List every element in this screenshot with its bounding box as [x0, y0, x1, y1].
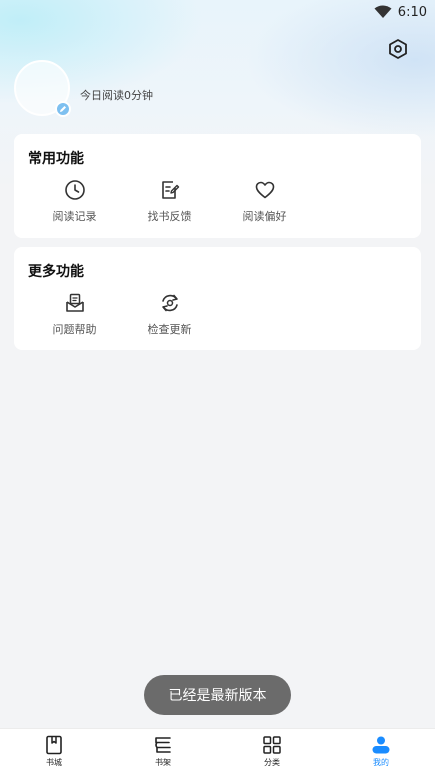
check-update-button[interactable]: 检查更新 [122, 291, 217, 337]
nav-bookstore-label: 书城 [46, 758, 62, 767]
toast-message: 已经是最新版本 [144, 675, 291, 715]
more-functions-card: 更多功能 问题帮助 检查更新 [14, 247, 421, 350]
nav-bookstore[interactable]: 书城 [24, 734, 84, 768]
check-update-label: 检查更新 [147, 323, 192, 336]
reading-preference-button[interactable]: 阅读偏好 [217, 178, 312, 224]
clock-icon [64, 180, 85, 200]
nav-profile[interactable]: 我的 [351, 734, 411, 768]
grid-icon [263, 736, 281, 754]
reading-history-button[interactable]: 阅读记录 [27, 178, 122, 224]
common-functions-card: 常用功能 阅读记录 找书反馈 阅读偏好 [14, 134, 421, 238]
nav-category[interactable]: 分类 [242, 734, 302, 768]
nav-bookshelf-label: 书架 [155, 758, 171, 767]
settings-button[interactable] [386, 37, 410, 61]
bookshelf-icon [155, 737, 171, 753]
more-functions-title: 更多功能 [28, 264, 84, 280]
reading-history-label: 阅读记录 [52, 210, 97, 223]
profile-section: 今日阅读0分钟 [14, 59, 153, 117]
refresh-update-icon [161, 294, 178, 312]
pencil-icon [60, 106, 66, 112]
common-functions-title: 常用功能 [28, 151, 84, 167]
toast-text: 已经是最新版本 [168, 688, 267, 704]
book-bookmark-icon [46, 735, 62, 755]
edit-document-icon [161, 181, 179, 199]
user-icon [372, 736, 390, 754]
avatar[interactable] [14, 60, 71, 117]
bottom-navigation: 书城 书架 分类 我的 [0, 728, 435, 773]
status-time: 6:10 [397, 4, 427, 20]
wifi-icon [374, 5, 392, 18]
book-feedback-label: 找书反馈 [147, 210, 192, 223]
read-today-text: 今日阅读0分钟 [80, 89, 153, 102]
nav-category-label: 分类 [264, 758, 280, 767]
help-label: 问题帮助 [52, 323, 97, 336]
help-button[interactable]: 问题帮助 [27, 291, 122, 337]
status-bar: 6:10 [0, 0, 435, 24]
nav-bookshelf[interactable]: 书架 [133, 734, 193, 768]
nav-profile-label: 我的 [373, 758, 389, 767]
hexagon-settings-icon [389, 39, 407, 59]
inbox-help-icon [65, 293, 84, 312]
reading-preference-label: 阅读偏好 [242, 210, 287, 223]
edit-avatar-badge[interactable] [55, 101, 71, 117]
profile-screen: 6:10 今日阅读0分钟 常用功能 阅读记录 找书反馈 阅读偏好 更多功能 问题… [0, 0, 435, 773]
book-feedback-button[interactable]: 找书反馈 [122, 178, 217, 224]
heart-icon [255, 181, 274, 199]
